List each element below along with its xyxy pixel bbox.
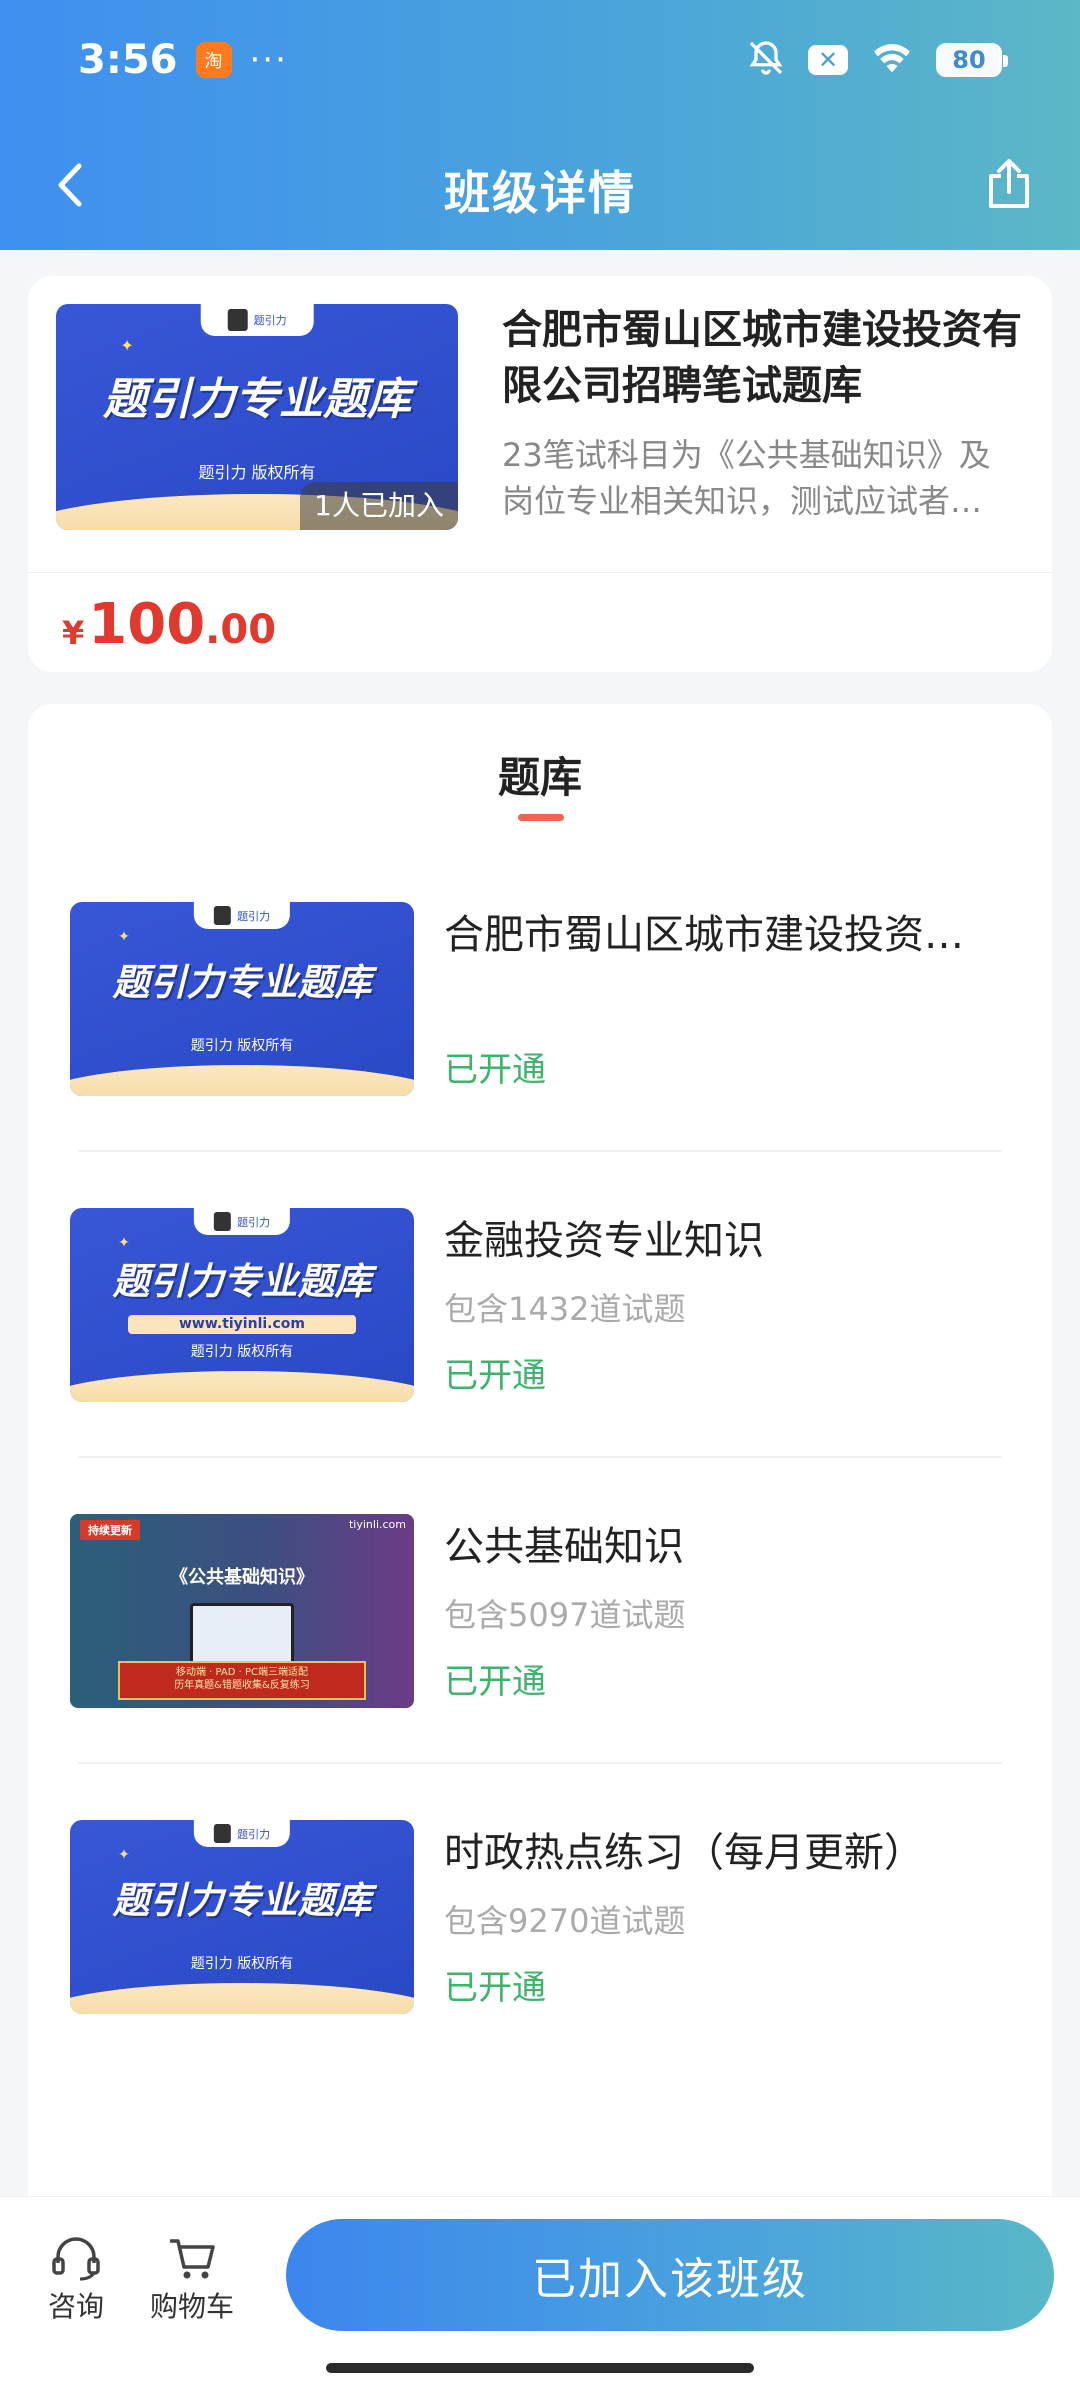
cover-tab-label: 题引力 <box>237 1827 271 1841</box>
status-time: 3:56 <box>78 37 178 83</box>
headset-icon <box>52 2237 100 2281</box>
cover-banner-title: 题引力专业题库 <box>112 961 372 1005</box>
cover-feature-line-1: 移动端 · PAD · PC端三端适配 <box>175 1667 308 1679</box>
bank-item-2[interactable]: 题引力 ✦ 题引力专业题库 www.tiyinli.com 题引力 版权所有 金… <box>28 1208 1052 1404</box>
page-title: 班级详情 <box>444 166 636 220</box>
nav-bar: 班级详情 <box>0 145 1080 225</box>
cover-brand-tab: 题引力 <box>193 1208 291 1236</box>
bank-item-cover: 题引力 ✦ 题引力专业题库 题引力 版权所有 <box>70 1820 414 2014</box>
cover-wave <box>70 1982 414 2014</box>
star-icon: ✦ <box>118 1847 130 1864</box>
bank-item-cover: 持续更新 tiyinli.com 《公共基础知识》 移动端 · PAD · PC… <box>70 1514 414 1708</box>
cover-banner-title: 题引力专业题库 <box>112 1259 372 1303</box>
star-icon: ✦ <box>120 335 134 355</box>
more-notifications-icon: ··· <box>249 40 288 80</box>
bank-item-4[interactable]: 题引力 ✦ 题引力专业题库 题引力 版权所有 时政热点练习（每月更新） 包含92… <box>28 1820 1052 2016</box>
cart-icon <box>170 2239 215 2279</box>
cover-tab-label: 题引力 <box>237 909 271 923</box>
bottom-action-bar: 咨询 购物车 已加入该班级 <box>0 2196 1080 2400</box>
star-icon: ✦ <box>118 1235 130 1252</box>
bank-item-name: 金融投资专业知识 <box>444 1218 764 1264</box>
cover-copyright: 题引力 版权所有 <box>198 462 316 482</box>
cover-wave <box>70 1064 414 1096</box>
tab-underline <box>518 814 564 821</box>
cover-copyright: 题引力 版权所有 <box>190 1038 294 1055</box>
bank-item-status: 已开通 <box>444 1356 546 1396</box>
bank-item-count: 包含9270道试题 <box>444 1902 686 1940</box>
sim-off-icon: ✕ <box>808 45 848 75</box>
cover-update-tag: 持续更新 <box>80 1520 140 1540</box>
brand-logo-icon <box>227 308 248 331</box>
share-icon <box>989 159 1029 208</box>
bank-item-1[interactable]: 题引力 ✦ 题引力专业题库 题引力 版权所有 合肥市蜀山区城市建设投资… 已开通 <box>28 902 1052 1098</box>
cover-banner-title: 题引力专业题库 <box>103 373 411 425</box>
price: ¥ 100 .00 <box>62 576 276 672</box>
cover-copyright: 题引力 版权所有 <box>190 1956 294 1973</box>
cover-wave <box>70 1370 414 1402</box>
divider <box>28 572 1052 573</box>
divider <box>78 1762 1002 1764</box>
cover-title: 《公共基础知识》 <box>170 1566 314 1588</box>
brand-logo-icon <box>213 906 232 926</box>
cover-tab-label: 题引力 <box>237 1215 271 1229</box>
price-currency: ¥ <box>62 614 85 652</box>
cover-feature-line-2: 历年真题&错题收集&反复练习 <box>174 1680 310 1692</box>
bank-item-3[interactable]: 持续更新 tiyinli.com 《公共基础知识》 移动端 · PAD · PC… <box>28 1514 1052 1710</box>
devices-illustration <box>190 1603 294 1670</box>
bank-item-cover: 题引力 ✦ 题引力专业题库 www.tiyinli.com 题引力 版权所有 <box>70 1208 414 1402</box>
bank-item-name: 公共基础知识 <box>444 1524 684 1570</box>
joined-class-button[interactable]: 已加入该班级 <box>286 2219 1054 2331</box>
cover-url-bar: www.tiyinli.com <box>128 1314 356 1335</box>
cover-brand-tab: 题引力 <box>193 1820 291 1848</box>
taobao-app-icon: 淘 <box>195 42 232 78</box>
class-description: 23笔试科目为《公共基础知识》及岗位专业相关知识，测试应试者… <box>502 436 991 520</box>
class-cover-image: 题引力 ✦ 题引力专业题库 题引力 版权所有 1人已加入 <box>56 304 458 530</box>
joined-count-badge: 1人已加入 <box>300 482 458 530</box>
share-button[interactable] <box>978 153 1040 215</box>
home-indicator[interactable] <box>326 2363 754 2373</box>
divider <box>78 1456 1002 1458</box>
brand-logo-icon <box>213 1824 232 1844</box>
cover-feature-box: 移动端 · PAD · PC端三端适配 历年真题&错题收集&反复练习 <box>118 1661 366 1701</box>
cover-banner-title: 题引力专业题库 <box>112 1879 372 1923</box>
cover-copyright: 题引力 版权所有 <box>190 1344 294 1361</box>
cover-brand: tiyinli.com <box>348 1518 406 1531</box>
divider <box>78 1150 1002 1152</box>
tab-question-bank[interactable]: 题库 <box>28 744 1052 805</box>
bank-item-count: 包含1432道试题 <box>444 1290 686 1328</box>
class-title: 合肥市蜀山区城市建设投资有限公司招聘笔试题库 <box>502 307 1022 409</box>
wifi-icon <box>870 40 914 80</box>
bank-item-status: 已开通 <box>444 1050 546 1090</box>
consult-button[interactable]: 咨询 <box>26 2235 126 2325</box>
consult-label: 咨询 <box>47 2290 104 2323</box>
bank-item-cover: 题引力 ✦ 题引力专业题库 题引力 版权所有 <box>70 902 414 1096</box>
cover-tab-label: 题引力 <box>253 313 287 327</box>
price-integer: 100 <box>88 591 206 657</box>
cart-button[interactable]: 购物车 <box>142 2235 242 2325</box>
cover-brand-tab: 题引力 <box>193 902 291 930</box>
cart-label: 购物车 <box>149 2290 234 2323</box>
cover-brand-tab: 题引力 <box>200 304 314 336</box>
class-card[interactable]: 题引力 ✦ 题引力专业题库 题引力 版权所有 1人已加入 合肥市蜀山区城市建设投… <box>28 276 1052 672</box>
bank-item-status: 已开通 <box>444 1662 546 1702</box>
star-icon: ✦ <box>118 929 130 946</box>
bank-item-status: 已开通 <box>444 1968 546 2008</box>
mute-bell-icon <box>746 38 786 82</box>
bank-item-name: 时政热点练习（每月更新） <box>444 1830 924 1876</box>
header: 3:56 淘 ··· ✕ 80 班级详情 <box>0 0 1080 250</box>
bank-item-count: 包含5097道试题 <box>444 1596 686 1634</box>
status-bar: 3:56 淘 ··· ✕ 80 <box>78 30 1008 90</box>
question-bank-section: 题库 题引力 ✦ 题引力专业题库 题引力 版权所有 合肥市蜀山区城市建设投资… … <box>28 704 1052 2204</box>
battery-indicator: 80 <box>936 43 1008 77</box>
brand-logo-icon <box>213 1212 232 1232</box>
bank-item-name: 合肥市蜀山区城市建设投资… <box>444 912 964 958</box>
price-decimal: .00 <box>205 607 277 653</box>
